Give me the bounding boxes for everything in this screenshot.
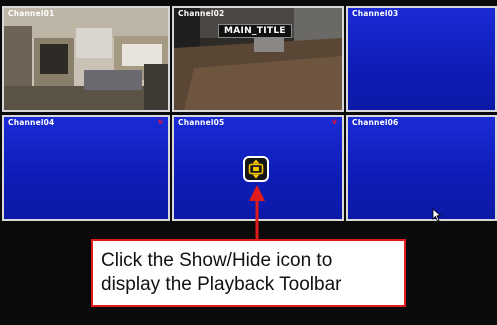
- channel-label: Channel02: [178, 9, 225, 18]
- video-loss-indicator: v: [157, 117, 163, 126]
- channel-tile-3[interactable]: Channel03: [346, 6, 497, 112]
- channel-tile-2[interactable]: Channel02 MAIN_TITLE: [172, 6, 344, 112]
- video-loss-indicator: v: [331, 117, 337, 126]
- channel-label: Channel03: [352, 9, 399, 18]
- show-hide-toolbar-button[interactable]: [243, 156, 269, 182]
- channel-label: Channel04: [8, 118, 55, 127]
- camera-title-overlay: MAIN_TITLE: [218, 24, 292, 38]
- callout-line-2: display the Playback Toolbar: [101, 274, 342, 295]
- channel-label: Channel01: [8, 9, 55, 18]
- channel-tile-1[interactable]: Channel01: [2, 6, 170, 112]
- channel-label: Channel06: [352, 118, 399, 127]
- channel-tile-6[interactable]: Channel06: [346, 115, 497, 221]
- mouse-cursor-icon: [432, 208, 442, 222]
- instruction-callout: Click the Show/Hide icon to display the …: [91, 239, 406, 307]
- camera-feed-1: [4, 8, 168, 110]
- channel-label: Channel05: [178, 118, 225, 127]
- callout-line-1: Click the Show/Hide icon to: [101, 250, 333, 271]
- show-hide-toolbar-icon: [248, 159, 264, 179]
- channel-tile-4[interactable]: Channel04 v: [2, 115, 170, 221]
- dvr-monitor-view: Channel01 Channel02 MAIN_TITLE Channel03…: [0, 0, 497, 325]
